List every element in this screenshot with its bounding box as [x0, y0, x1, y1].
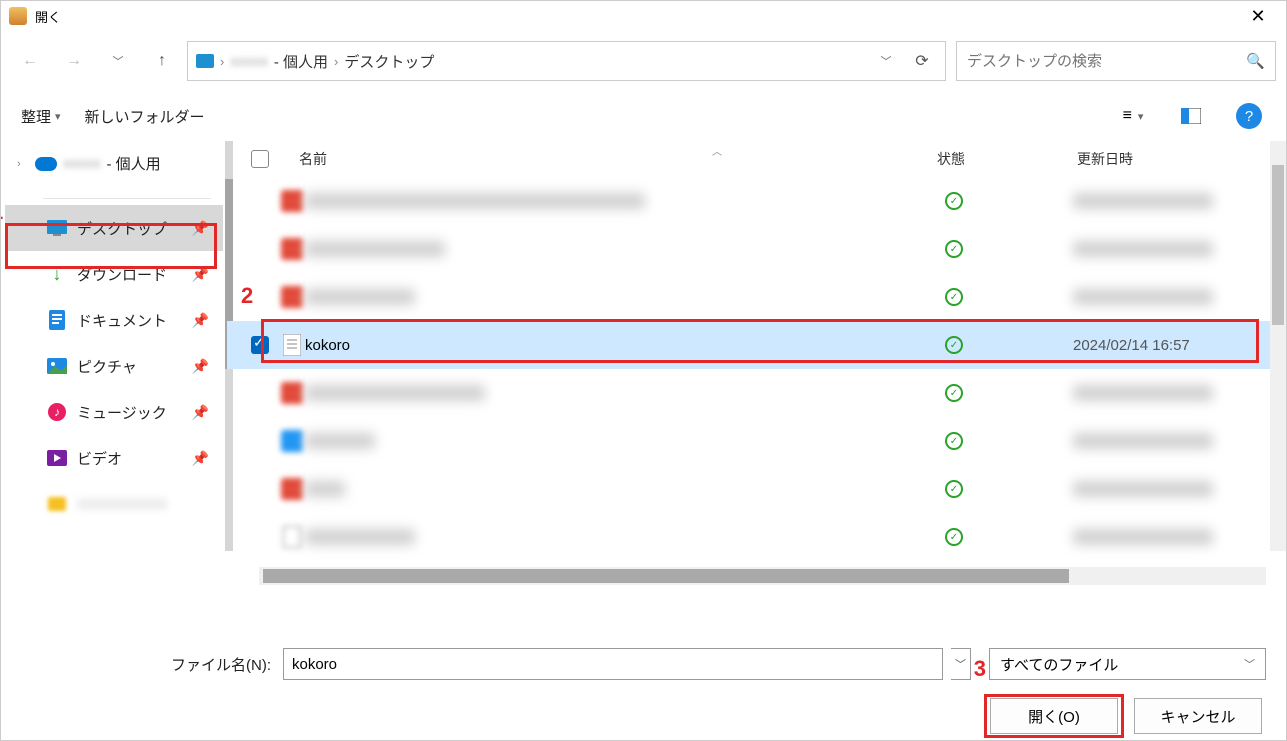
file-row[interactable]: ✓ [227, 465, 1286, 513]
file-name: kokoro [305, 337, 350, 354]
pin-icon: 📌 [192, 266, 209, 283]
view-mode-button[interactable]: ≡ ▾ [1116, 99, 1150, 133]
file-list: ✓ ✓ ✓ [227, 177, 1286, 620]
file-row[interactable]: ✓ [227, 369, 1286, 417]
back-button[interactable]: ← [11, 42, 49, 80]
sidebar-item-desktop[interactable]: デスクトップ 📌 [5, 205, 223, 251]
search-input[interactable] [967, 53, 1246, 70]
sidebar-item-downloads[interactable]: ↓ ダウンロード 📌 [5, 251, 223, 297]
sidebar-item-label: ダウンロード [77, 264, 167, 285]
filename-dropdown[interactable]: ﹀ [951, 648, 971, 680]
file-row[interactable]: ✓ [227, 177, 1286, 225]
pin-icon: 📌 [192, 404, 209, 421]
titlebar: 開く ✕ [1, 1, 1286, 31]
sidebar-item-label: デスクトップ [77, 218, 167, 239]
footer: ファイル名(N): ﹀ すべてのファイル﹀ 3 開く(O) キャンセル [1, 620, 1286, 740]
preview-pane-button[interactable] [1174, 99, 1208, 133]
sidebar-item-pictures[interactable]: ピクチャ 📌 [5, 343, 223, 389]
address-dropdown[interactable]: ﹀ [871, 46, 901, 76]
folder-icon [196, 54, 214, 68]
row-checkbox[interactable] [251, 336, 269, 354]
callout-3-label: 3 [974, 656, 986, 682]
sidebar-item-videos[interactable]: ビデオ 📌 [5, 435, 223, 481]
column-status[interactable]: 状態 [937, 149, 965, 169]
download-icon: ↓ [47, 265, 67, 283]
file-row-selected[interactable]: kokoro ✓ 2024/02/14 16:57 テキスト ドキュメント [227, 321, 1286, 369]
callout-2-label: 2 [241, 283, 253, 309]
file-row[interactable]: ✓ [227, 417, 1286, 465]
recent-dropdown[interactable]: ﹀ [99, 42, 137, 80]
file-pane: 名前 ︿ 状態 更新日時 種類 ✓ ✓ [227, 141, 1286, 620]
app-icon [9, 7, 27, 25]
search-icon[interactable]: 🔍 [1246, 52, 1265, 70]
pin-icon: 📌 [192, 450, 209, 467]
sort-indicator-icon: ︿ [712, 143, 722, 158]
sidebar-item-music[interactable]: ♪ ミュージック 📌 [5, 389, 223, 435]
desktop-icon [47, 219, 67, 237]
column-name[interactable]: 名前 [299, 149, 327, 169]
file-row[interactable]: ✓ [227, 225, 1286, 273]
file-row[interactable]: ✓ [227, 513, 1286, 561]
breadcrumb-folder[interactable]: デスクトップ [344, 51, 434, 72]
video-icon [47, 449, 67, 467]
sidebar-item-label: ビデオ [77, 448, 122, 469]
navbar: ← → ﹀ ↑ › xxxxx - 個人用 › デスクトップ ﹀ ⟳ 🔍 [1, 31, 1286, 91]
help-button[interactable]: ? [1232, 99, 1266, 133]
pin-icon: 📌 [192, 220, 209, 237]
up-button[interactable]: ↑ [143, 42, 181, 80]
organize-menu[interactable]: 整理 ▾ [21, 106, 61, 127]
music-icon: ♪ [47, 403, 67, 421]
filename-input[interactable] [283, 648, 943, 680]
breadcrumb-user[interactable]: xxxxx [230, 53, 268, 70]
tree-onedrive[interactable]: › xxxxx - 個人用 [5, 149, 223, 178]
close-button[interactable]: ✕ [1238, 2, 1278, 30]
file-row[interactable]: ✓ [227, 273, 1286, 321]
dialog-title: 開く [35, 7, 61, 26]
file-list-scrollbar[interactable] [1270, 141, 1286, 551]
file-list-header: 名前 ︿ 状態 更新日時 種類 [227, 141, 1286, 177]
sidebar-item-blurred[interactable]: XXXXXXXXX [5, 481, 223, 527]
cancel-button[interactable]: キャンセル [1134, 698, 1262, 734]
address-bar[interactable]: › xxxxx - 個人用 › デスクトップ ﹀ ⟳ [187, 41, 946, 81]
sidebar-item-label: ミュージック [77, 402, 167, 423]
breadcrumb-personal[interactable]: - 個人用 [274, 51, 328, 72]
select-all-checkbox[interactable] [251, 150, 269, 168]
onedrive-icon [35, 157, 57, 171]
sidebar-item-label: ピクチャ [77, 356, 137, 377]
search-box[interactable]: 🔍 [956, 41, 1276, 81]
text-file-icon [281, 334, 303, 356]
file-date: 2024/02/14 16:57 [1073, 337, 1190, 354]
refresh-button[interactable]: ⟳ [907, 46, 937, 76]
sidebar: › xxxxx - 個人用 デスクトップ 📌 ↓ ダウンロード 📌 ドキュメント… [1, 141, 227, 620]
sync-status-icon: ✓ [945, 336, 963, 354]
open-button[interactable]: 開く(O) [990, 698, 1118, 734]
forward-button[interactable]: → [55, 42, 93, 80]
pin-icon: 📌 [192, 358, 209, 375]
new-folder-button[interactable]: 新しいフォルダー [85, 106, 205, 127]
column-modified[interactable]: 更新日時 [1077, 149, 1133, 169]
callout-1-label: 1 [1, 199, 3, 225]
toolbar: 整理 ▾ 新しいフォルダー ≡ ▾ ? [1, 91, 1286, 141]
sidebar-item-documents[interactable]: ドキュメント 📌 [5, 297, 223, 343]
pictures-icon [47, 357, 67, 375]
pin-icon: 📌 [192, 312, 209, 329]
filename-label: ファイル名(N): [171, 654, 271, 675]
sidebar-item-label: ドキュメント [77, 310, 167, 331]
filetype-dropdown[interactable]: すべてのファイル﹀ [989, 648, 1266, 680]
horizontal-scrollbar[interactable] [259, 567, 1266, 585]
document-icon [47, 311, 67, 329]
